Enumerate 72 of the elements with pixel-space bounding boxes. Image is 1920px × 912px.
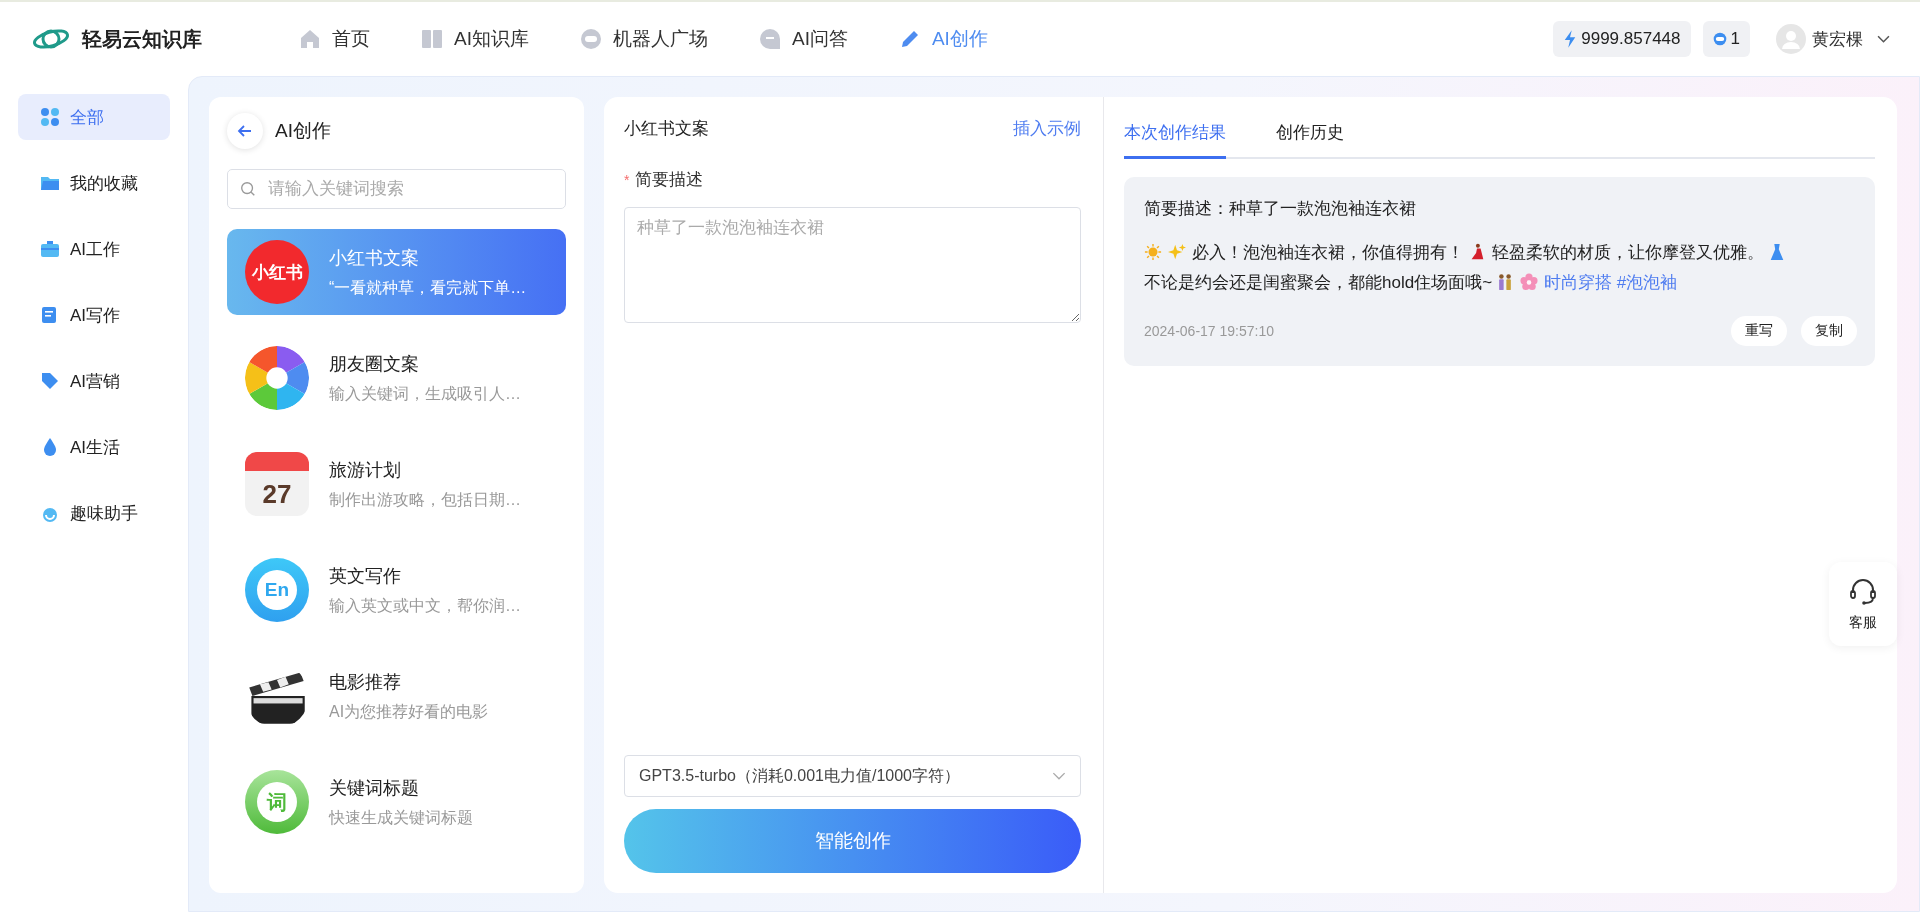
category-item[interactable]: AI生活	[18, 424, 170, 470]
app-item[interactable]: 词 关键词标题 快速生成关键词标题	[227, 759, 566, 845]
app-name: 关键词标题	[329, 776, 420, 800]
nav-link[interactable]: AI问答	[757, 26, 848, 52]
nav-link[interactable]: 机器人广场	[578, 26, 708, 52]
app-description: 制作出游攻略，包括日期…	[329, 489, 521, 510]
app-name: 电影推荐	[329, 670, 402, 694]
chevron-down-icon	[1877, 34, 1890, 44]
sparkle-icon	[1168, 243, 1186, 261]
action-button[interactable]: 复制	[1801, 316, 1857, 346]
category-item[interactable]: AI营销	[18, 358, 170, 404]
briefcase-icon	[40, 239, 60, 259]
app-description: 输入英文或中文，帮你润…	[329, 595, 521, 616]
lightning-icon	[1563, 30, 1578, 48]
app-item[interactable]: En 英文写作 输入英文或中文，帮你润…	[227, 547, 566, 633]
app-item[interactable]: 朋友圈文案 输入关键词，生成吸引人…	[227, 335, 566, 421]
category-item[interactable]: AI写作	[18, 292, 170, 338]
tab[interactable]: 本次创作结果	[1124, 117, 1226, 159]
user-menu[interactable]: 黄宏棵	[1776, 24, 1890, 54]
house-icon	[298, 27, 322, 51]
category-item[interactable]: 我的收藏	[18, 160, 170, 206]
headset-icon	[1848, 576, 1878, 606]
insert-example-link[interactable]: 插入示例	[1013, 117, 1081, 140]
logo-badge: 小红书	[245, 240, 309, 304]
required-mark: *	[624, 171, 630, 188]
result-text: 不论是约会还是闺蜜聚会，都能hold住场面哦~	[1144, 273, 1493, 292]
search-icon	[239, 180, 257, 198]
chevron-down-icon	[1052, 771, 1066, 781]
aperture-icon	[245, 346, 309, 410]
book-icon	[420, 27, 444, 51]
app-name: 旅游计划	[329, 458, 402, 482]
app-description: 输入关键词，生成吸引人…	[329, 383, 521, 404]
logo-badge: En	[245, 558, 309, 622]
app-item[interactable]: 电影推荐 AI为您推荐好看的电影	[227, 653, 566, 739]
calendar-badge: 27	[245, 452, 309, 516]
field-label: 简要描述	[635, 169, 704, 191]
tag-icon	[40, 371, 60, 391]
model-select[interactable]: GPT3.5-turbo（消耗0.001电力值/1000字符）	[624, 755, 1081, 797]
timestamp: 2024-06-17 19:57:10	[1144, 323, 1274, 339]
brand-name: 轻易云知识库	[82, 26, 202, 52]
result-text: 必入！泡泡袖连衣裙，你值得拥有！	[1192, 243, 1464, 262]
category-item[interactable]: 全部	[18, 94, 170, 140]
back-button[interactable]	[227, 113, 263, 149]
category-item[interactable]: AI工作	[18, 226, 170, 272]
sun-icon	[1144, 243, 1162, 261]
app-item[interactable]: 27 旅游计划 制作出游攻略，包括日期…	[227, 441, 566, 527]
description-field[interactable]: 种草了一款泡泡袖连衣裙	[624, 207, 1081, 323]
search-field[interactable]: 请输入关键词搜索	[227, 169, 566, 209]
app-name: 朋友圈文案	[329, 352, 420, 376]
app-item[interactable]: 小红书 小红书文案 “一看就种草，看完就下单…	[227, 229, 566, 315]
app-name: 小红书文案	[329, 246, 420, 270]
action-button[interactable]: 重写	[1731, 316, 1787, 346]
form-title: 小红书文案	[624, 118, 709, 140]
app-description: “一看就种草，看完就下单…	[329, 277, 527, 298]
robot-count-badge[interactable]: 1	[1702, 21, 1750, 57]
nav-link[interactable]: AI知识库	[420, 26, 529, 52]
flower-icon	[1520, 273, 1539, 291]
app-description: AI为您推荐好看的电影	[329, 701, 489, 722]
balance-badge[interactable]: 9999.857448	[1553, 21, 1691, 57]
logo-badge: 词	[245, 770, 309, 834]
tiles-icon	[40, 107, 60, 127]
support-button[interactable]: 客服	[1829, 562, 1897, 646]
nav-link[interactable]: 首页	[298, 26, 370, 52]
tab[interactable]: 创作历史	[1276, 117, 1344, 159]
panel-title: AI创作	[275, 119, 331, 143]
app-name: 英文写作	[329, 564, 402, 588]
category-item[interactable]: 趣味助手	[18, 490, 170, 536]
app-description: 快速生成关键词标题	[329, 807, 473, 828]
avatar-icon	[1776, 24, 1806, 54]
chat-icon	[757, 27, 782, 51]
result-text: 轻盈柔软的材质，让你摩登又优雅。	[1492, 243, 1764, 262]
summary-text: 简要描述：种草了一款泡泡袖连衣裙	[1144, 198, 1417, 220]
